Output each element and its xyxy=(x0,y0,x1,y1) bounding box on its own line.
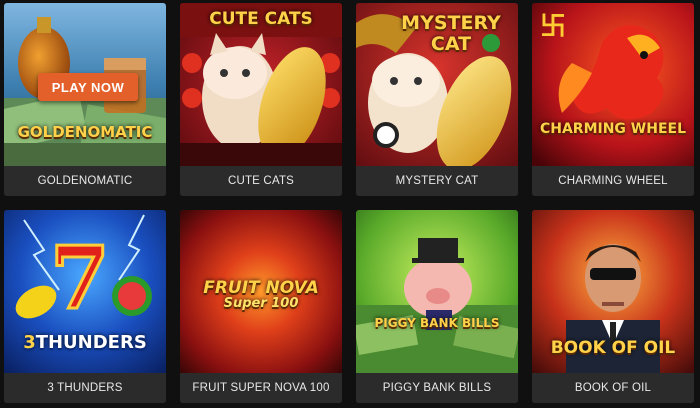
game-logo-text: MYSTERY CAT xyxy=(401,12,501,55)
game-card-cute-cats[interactable]: CUTE CATS CUTE CATS xyxy=(180,3,342,196)
game-title: CHARMING WHEEL xyxy=(532,166,694,196)
game-logo-word: THUNDERS xyxy=(35,332,147,353)
game-logo-text: BOOK OF OIL xyxy=(550,338,676,358)
game-logo-text: FRUIT NOVA xyxy=(203,278,319,298)
game-title: 3 THUNDERS xyxy=(4,373,166,403)
game-card-charming-wheel[interactable]: 卐 CHARMING WHEEL CHARMING WHEEL xyxy=(532,3,694,196)
game-title: CUTE CATS xyxy=(180,166,342,196)
game-card-goldenomatic[interactable]: GOLDENOMATIC PLAY NOW GOLDENOMATIC xyxy=(4,3,166,196)
game-thumbnail[interactable]: 7 3THUNDERS xyxy=(4,210,166,373)
game-logo-text: GOLDENOMATIC xyxy=(17,123,153,141)
game-title: MYSTERY CAT xyxy=(356,166,518,196)
game-logo-text: PIGGY BANK BILLS xyxy=(374,316,500,330)
svg-text:卐: 卐 xyxy=(540,12,566,42)
game-thumbnail[interactable]: 卐 CHARMING WHEEL xyxy=(532,3,694,166)
game-title: BOOK OF OIL xyxy=(532,373,694,403)
game-title: FRUIT SUPER NOVA 100 xyxy=(180,373,342,403)
game-grid: GOLDENOMATIC PLAY NOW GOLDENOMATIC CUTE … xyxy=(0,0,700,408)
game-card-fruit-super-nova-100[interactable]: FRUIT NOVA Super 100 FRUIT SUPER NOVA 10… xyxy=(180,210,342,403)
game-thumbnail[interactable]: MYSTERY CAT xyxy=(356,3,518,166)
game-thumbnail[interactable]: PIGGY BANK BILLS xyxy=(356,210,518,373)
game-title: PIGGY BANK BILLS xyxy=(356,373,518,403)
game-card-3-thunders[interactable]: 7 3THUNDERS 3 THUNDERS xyxy=(4,210,166,403)
game-logo-text: 3THUNDERS xyxy=(23,332,147,353)
game-card-mystery-cat[interactable]: MYSTERY CAT MYSTERY CAT xyxy=(356,3,518,196)
piggy-bank-bills-artwork xyxy=(356,210,518,373)
charming-wheel-artwork: 卐 xyxy=(532,3,694,166)
game-thumbnail[interactable]: CUTE CATS xyxy=(180,3,342,166)
game-logo-text: CHARMING WHEEL xyxy=(539,121,687,137)
game-card-piggy-bank-bills[interactable]: PIGGY BANK BILLS PIGGY BANK BILLS xyxy=(356,210,518,403)
svg-text:7: 7 xyxy=(50,228,110,329)
game-logo-text: CUTE CATS xyxy=(209,9,313,29)
game-logo-subtext: Super 100 xyxy=(223,296,299,311)
game-title: GOLDENOMATIC xyxy=(4,166,166,196)
game-thumbnail[interactable]: GOLDENOMATIC PLAY NOW xyxy=(4,3,166,166)
game-card-book-of-oil[interactable]: BOOK OF OIL BOOK OF OIL xyxy=(532,210,694,403)
game-thumbnail[interactable]: BOOK OF OIL xyxy=(532,210,694,373)
game-thumbnail[interactable]: FRUIT NOVA Super 100 xyxy=(180,210,342,373)
play-now-button[interactable]: PLAY NOW xyxy=(38,73,138,101)
